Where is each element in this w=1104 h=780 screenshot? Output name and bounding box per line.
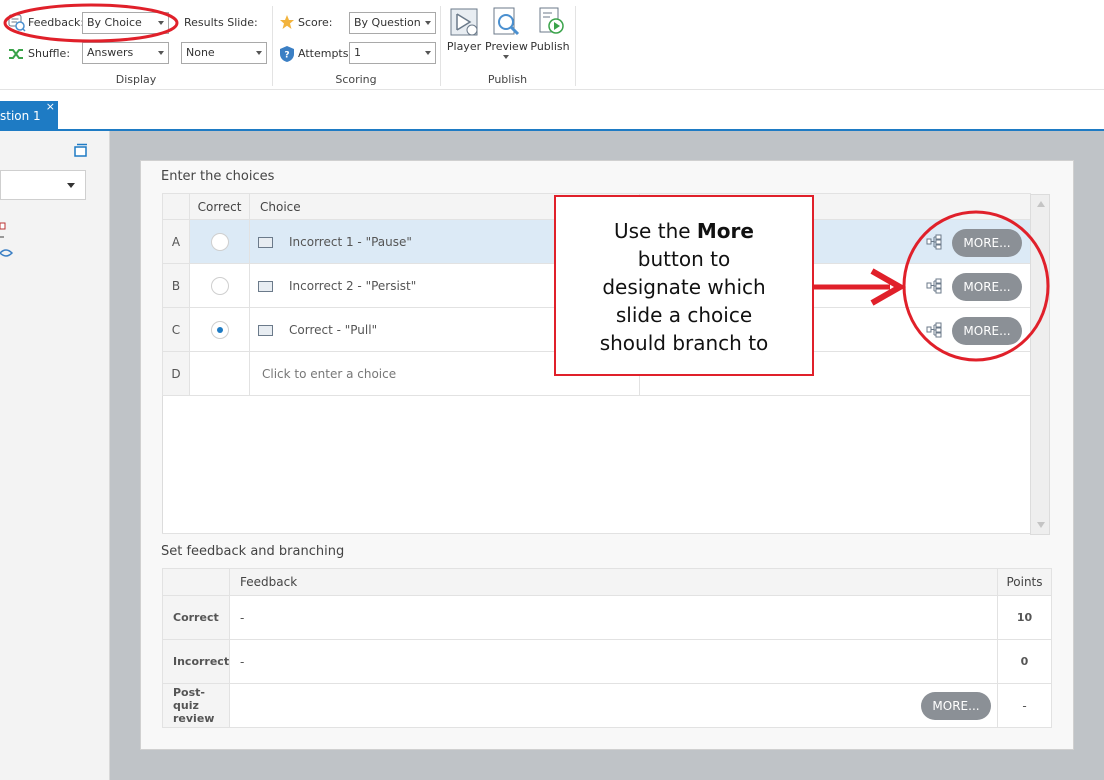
scoring-group-label: Scoring bbox=[335, 73, 377, 86]
choice-letter: C bbox=[162, 307, 190, 352]
choices-empty-area bbox=[162, 395, 1031, 534]
chevron-down-icon bbox=[425, 21, 431, 25]
choice-text[interactable]: Correct - "Pull" bbox=[289, 323, 377, 337]
more-buttons-highlight-circle bbox=[902, 210, 1050, 362]
feedback-row-post-quiz[interactable]: Post-quiz review - bbox=[162, 683, 1052, 728]
svg-text:?: ? bbox=[284, 51, 289, 61]
feedback-text[interactable]: - bbox=[229, 639, 998, 684]
results-slide-dropdown[interactable]: None bbox=[181, 42, 267, 64]
row-label: Correct bbox=[162, 595, 230, 640]
feedback-text[interactable] bbox=[229, 683, 998, 728]
player-label: Player bbox=[446, 40, 482, 53]
restore-window-icon[interactable] bbox=[74, 143, 88, 157]
feedback-header-row: Feedback Points bbox=[162, 568, 1052, 596]
player-icon bbox=[450, 8, 478, 36]
chevron-down-icon bbox=[425, 51, 431, 55]
feedback-highlight-ellipse bbox=[3, 3, 179, 43]
tab-question-1[interactable]: stion 1 × bbox=[0, 101, 58, 131]
letter-header bbox=[162, 193, 190, 220]
chevron-down-icon bbox=[256, 51, 262, 55]
scene-tree-icons bbox=[0, 222, 14, 257]
choice-letter: A bbox=[162, 219, 190, 264]
correct-empty-cell bbox=[189, 351, 250, 396]
scroll-down-icon[interactable] bbox=[1037, 522, 1045, 528]
shuffle-icon bbox=[9, 49, 23, 59]
attempts-dropdown[interactable]: 1 bbox=[349, 42, 436, 64]
shuffle-dropdown[interactable]: Answers bbox=[82, 42, 169, 64]
tab-label: stion 1 bbox=[0, 109, 41, 123]
annotation-arrow bbox=[814, 268, 907, 306]
choice-letter: D bbox=[162, 351, 190, 396]
score-dropdown[interactable]: By Question bbox=[349, 12, 436, 34]
points-column-header: Points bbox=[997, 568, 1052, 596]
ribbon: Feedback: By Choice Results Slide: Shuff… bbox=[0, 0, 1104, 90]
row-header-empty bbox=[162, 568, 230, 596]
left-panel bbox=[0, 131, 110, 780]
points-value: - bbox=[997, 683, 1052, 728]
preview-label: Preview bbox=[485, 40, 528, 53]
callout-text-rest: button to designate which slide a choice… bbox=[599, 247, 769, 355]
choice-text-icon bbox=[258, 236, 273, 248]
publish-icon bbox=[539, 7, 564, 34]
chevron-down-icon bbox=[158, 51, 164, 55]
attempts-value: 1 bbox=[354, 46, 361, 59]
document-tab-bar: stion 1 × bbox=[0, 91, 1104, 131]
shuffle-value: Answers bbox=[87, 46, 134, 59]
preview-button[interactable]: Preview bbox=[485, 6, 528, 59]
choices-section-title: Enter the choices bbox=[161, 169, 275, 184]
publish-button[interactable]: Publish bbox=[529, 6, 571, 53]
points-value[interactable]: 0 bbox=[997, 639, 1052, 684]
score-value: By Question bbox=[354, 16, 421, 29]
post-quiz-more-button[interactable]: MORE... bbox=[921, 692, 991, 720]
player-button[interactable]: Player bbox=[443, 6, 485, 53]
feedback-row-incorrect[interactable]: Incorrect - 0 bbox=[162, 639, 1052, 684]
correct-radio[interactable] bbox=[210, 232, 229, 251]
callout-text-bold: More bbox=[696, 219, 754, 243]
star-icon bbox=[280, 15, 294, 29]
feedback-text[interactable]: - bbox=[229, 595, 998, 640]
results-slide-label: Results Slide: bbox=[184, 16, 258, 29]
choice-text-icon bbox=[258, 324, 273, 336]
points-value[interactable]: 10 bbox=[997, 595, 1052, 640]
feedback-table: Feedback Points Correct - 10 Incorrect -… bbox=[162, 568, 1052, 728]
close-icon[interactable]: × bbox=[46, 101, 55, 113]
correct-radio[interactable] bbox=[210, 276, 229, 295]
scroll-up-icon[interactable] bbox=[1037, 201, 1045, 207]
correct-column-header: Correct bbox=[189, 193, 250, 220]
preview-icon bbox=[493, 7, 520, 36]
callout-text-pre: Use the bbox=[614, 219, 697, 243]
chevron-down-icon bbox=[503, 55, 509, 59]
feedback-row-correct[interactable]: Correct - 10 bbox=[162, 595, 1052, 640]
choice-text[interactable]: Incorrect 2 - "Persist" bbox=[289, 279, 416, 293]
left-dropdown[interactable] bbox=[0, 170, 86, 200]
correct-radio-selected[interactable] bbox=[210, 320, 229, 339]
choice-text-icon bbox=[258, 280, 273, 292]
feedback-section-title: Set feedback and branching bbox=[161, 544, 345, 559]
publish-label: Publish bbox=[530, 40, 570, 53]
results-slide-value: None bbox=[186, 46, 215, 59]
row-label: Post-quiz review bbox=[162, 683, 230, 728]
choice-letter: B bbox=[162, 263, 190, 308]
attempts-shield-icon: ? bbox=[280, 46, 294, 62]
score-label: Score: bbox=[298, 16, 333, 29]
choice-text[interactable]: Incorrect 1 - "Pause" bbox=[289, 235, 412, 249]
feedback-column-header: Feedback bbox=[229, 568, 998, 596]
shuffle-label: Shuffle: bbox=[28, 47, 71, 60]
row-label: Incorrect bbox=[162, 639, 230, 684]
display-group-label: Display bbox=[115, 73, 157, 86]
annotation-callout: Use the More button to designate which s… bbox=[554, 195, 814, 376]
chevron-down-icon bbox=[67, 183, 75, 188]
publish-group-label: Publish bbox=[487, 73, 528, 86]
attempts-label: Attempts: bbox=[298, 47, 353, 60]
ribbon-divider bbox=[575, 6, 576, 86]
